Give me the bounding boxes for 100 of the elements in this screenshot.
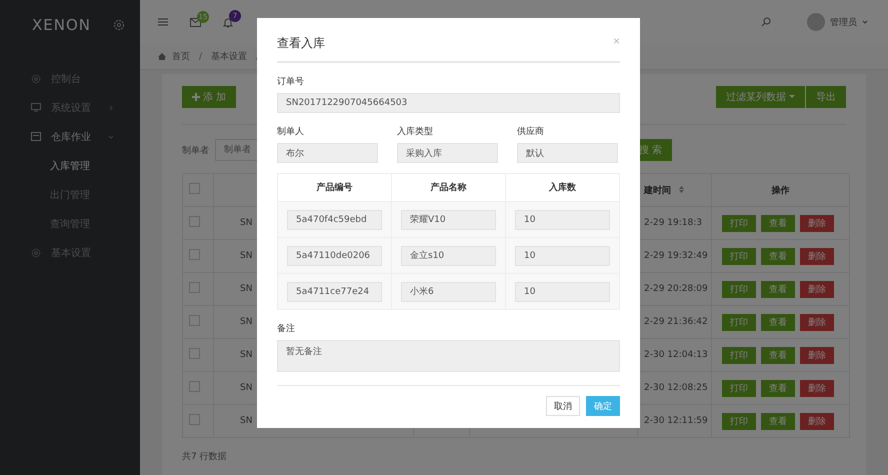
column-header: 产品编号: [316, 183, 352, 193]
mail-icon[interactable]: [190, 18, 201, 27]
action-button[interactable]: 删除: [800, 346, 834, 364]
action-button[interactable]: 删除: [800, 314, 834, 330]
checkbox[interactable]: [189, 216, 200, 227]
note-textarea[interactable]: 暂无备注: [277, 340, 620, 372]
action-button[interactable]: 删除: [800, 248, 834, 264]
user-name[interactable]: 管理员: [830, 16, 857, 29]
chevron-icon: [862, 20, 868, 24]
input-field[interactable]: 5a470f4c59ebd: [287, 210, 382, 230]
add-button[interactable]: 添 加: [182, 86, 236, 108]
table-cell: SN: [240, 416, 252, 426]
sort-icon[interactable]: [679, 186, 684, 192]
column-header: 操作: [772, 186, 790, 196]
chevron-icon: [108, 104, 114, 110]
sidebar-item[interactable]: 仓库作业: [0, 122, 140, 151]
action-button[interactable]: 打印: [722, 248, 756, 264]
table-cell: SN: [240, 251, 252, 261]
table-cell: 2-29 20:28:09: [644, 284, 708, 294]
field-label: 制单人: [277, 126, 305, 138]
action-button[interactable]: 删除: [800, 214, 834, 232]
breadcrumb-separator: /: [199, 52, 202, 62]
input-field[interactable]: 10: [515, 282, 610, 302]
search-label: 制单者: [182, 144, 209, 156]
bell-icon[interactable]: [223, 16, 233, 28]
menu-icon[interactable]: [158, 18, 168, 26]
action-button[interactable]: 查看: [761, 214, 795, 232]
action-button[interactable]: 打印: [722, 346, 756, 364]
action-button[interactable]: 打印: [722, 380, 756, 396]
sidebar-subitem[interactable]: 入库管理: [0, 151, 140, 180]
table-cell: 2-30 12:11:59: [644, 416, 708, 426]
input-field[interactable]: 荣耀V10: [401, 210, 496, 230]
table-cell: 2-30 12:08:25: [644, 383, 708, 393]
table-cell: 2-29 19:32:49: [644, 251, 708, 261]
table-cell: SN: [240, 350, 252, 360]
field-label: 备注: [277, 322, 296, 335]
action-button[interactable]: 打印: [722, 314, 756, 330]
action-button[interactable]: 查看: [761, 280, 795, 298]
confirm-button[interactable]: 确定: [586, 396, 620, 416]
action-button[interactable]: 查看: [761, 314, 795, 330]
export-button[interactable]: 导出: [806, 86, 846, 108]
input-field[interactable]: 5a4711ce77e24: [287, 282, 382, 302]
checkbox[interactable]: [189, 282, 200, 293]
table-cell: 2-29 21:36:42: [644, 317, 708, 327]
checkbox[interactable]: [189, 315, 200, 326]
checkbox[interactable]: [189, 414, 200, 425]
action-button[interactable]: 查看: [761, 380, 795, 396]
table-cell: SN: [240, 317, 252, 327]
chevron-icon: [108, 134, 114, 140]
checkbox[interactable]: [189, 249, 200, 260]
gear-icon: [31, 74, 41, 84]
close-button[interactable]: ×: [612, 34, 620, 48]
input-field[interactable]: 金立s10: [401, 246, 496, 266]
action-button[interactable]: 打印: [722, 280, 756, 298]
action-button[interactable]: 删除: [800, 380, 834, 396]
action-button[interactable]: 查看: [761, 248, 795, 264]
input-field[interactable]: 5a47110de0206: [287, 246, 382, 266]
logo: XENON: [32, 16, 92, 34]
box-icon: [31, 132, 41, 141]
home-icon: [158, 53, 166, 60]
search-icon[interactable]: [761, 17, 771, 28]
avatar-icon[interactable]: [807, 13, 825, 32]
plus-icon: [192, 93, 200, 101]
caret-icon: [789, 95, 795, 99]
action-button[interactable]: 查看: [761, 412, 795, 430]
action-button[interactable]: 删除: [800, 280, 834, 298]
input-field[interactable]: 默认: [517, 143, 618, 163]
column-header[interactable]: 建时间: [644, 186, 671, 196]
table-cell: 2-30 12:04:13: [644, 350, 708, 360]
breadcrumb-link[interactable]: 首页: [172, 50, 190, 64]
settings-icon[interactable]: [113, 19, 126, 31]
table-cell: SN: [240, 383, 252, 393]
checkbox[interactable]: [189, 183, 200, 194]
order-number-field[interactable]: SN2017122907045664503: [277, 93, 620, 113]
cancel-button[interactable]: 取消: [546, 396, 580, 416]
column-header: 产品名称: [430, 183, 466, 193]
input-field[interactable]: 10: [515, 210, 610, 230]
field-label: 订单号: [277, 76, 305, 88]
checkbox[interactable]: [189, 381, 200, 392]
breadcrumb-link[interactable]: 基本设置: [211, 50, 248, 64]
gear-icon: [31, 248, 41, 258]
action-button[interactable]: 删除: [800, 412, 834, 430]
table-cell: 2-29 19:18:3: [644, 218, 702, 228]
input-field[interactable]: 采购入库: [397, 143, 498, 163]
row-count: 共7 行数据: [182, 450, 228, 464]
table-cell: SN: [240, 218, 252, 228]
input-field[interactable]: 10: [515, 246, 610, 266]
checkbox[interactable]: [189, 348, 200, 359]
action-button[interactable]: 打印: [722, 214, 756, 232]
table-cell: SN: [240, 284, 252, 294]
input-field[interactable]: 小米6: [401, 282, 496, 302]
action-button[interactable]: 查看: [761, 346, 795, 364]
dialog-title: 查看入库: [277, 35, 325, 52]
field-label: 供应商: [517, 126, 545, 138]
monitor-icon: [31, 103, 41, 112]
field-label: 入库类型: [397, 126, 434, 138]
column-header: 入库数: [549, 183, 576, 193]
action-button[interactable]: 打印: [722, 412, 756, 430]
input-field[interactable]: 布尔: [277, 143, 378, 163]
filter-dropdown[interactable]: 过滤某列数据: [716, 86, 805, 108]
